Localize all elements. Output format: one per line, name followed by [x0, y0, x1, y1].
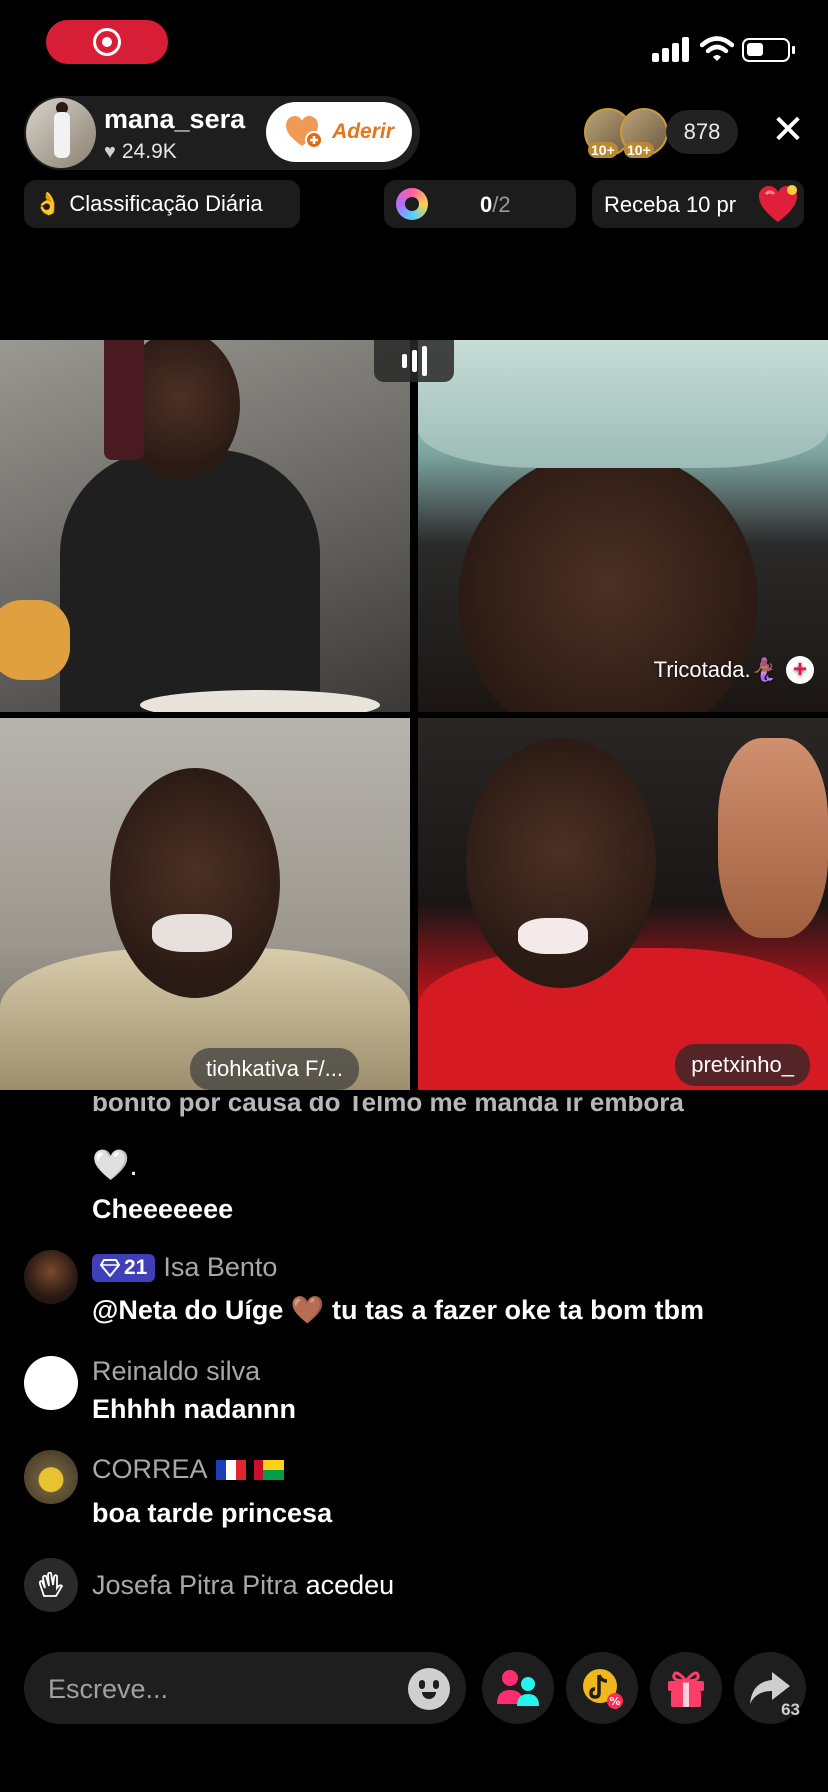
- heart-plus-icon: [286, 116, 324, 149]
- reward-pill[interactable]: Receba 10 pr: [592, 180, 804, 228]
- chat-join-line: Josefa Pitra Pitra acedeu: [92, 1570, 394, 1601]
- guest-video-pretxinho[interactable]: pretxinho_: [418, 718, 828, 1090]
- level-badge: 21: [92, 1253, 156, 1282]
- viewer-count[interactable]: 878: [666, 110, 738, 154]
- france-flag-icon: [215, 1459, 246, 1480]
- layout-toggle-button[interactable]: [374, 340, 454, 382]
- daily-ranking-label: Classificação Diária: [69, 191, 263, 216]
- join-action: acedeu: [305, 1570, 395, 1600]
- viewer-rank-badge: 10+: [624, 142, 654, 158]
- donut-icon: [396, 188, 428, 220]
- chat-user-avatar[interactable]: [24, 1250, 78, 1304]
- host-likes-count: 24.9K: [121, 140, 177, 163]
- host-likes: ♥ 24.9K: [104, 140, 177, 164]
- record-icon: [93, 28, 121, 56]
- svg-text:%: %: [609, 1695, 620, 1708]
- status-bar: [0, 0, 828, 90]
- guest-name: Tricotada.🧜🏾‍♀️: [653, 657, 778, 682]
- share-button[interactable]: 63: [734, 1652, 806, 1724]
- chat-feed[interactable]: bonito por causa do Telmo me manda ir em…: [0, 1096, 828, 1616]
- guinea-bissau-flag-icon: [253, 1459, 284, 1480]
- guest-name-tag[interactable]: tiohkativa F/...: [190, 1048, 359, 1090]
- tiktok-shop-button[interactable]: %: [566, 1652, 638, 1724]
- close-icon[interactable]: ✕: [770, 110, 806, 150]
- guest-name-tag[interactable]: pretxinho_: [675, 1044, 810, 1086]
- comment-input[interactable]: Escreve...: [24, 1652, 466, 1724]
- gift-button[interactable]: [650, 1652, 722, 1724]
- follow-button[interactable]: Aderir: [266, 102, 412, 162]
- heart-icon: ♥: [104, 140, 116, 163]
- chat-user-line[interactable]: 21 Isa Bento: [92, 1252, 277, 1283]
- chat-message-text: boa tarde princesa: [92, 1498, 333, 1528]
- host-avatar[interactable]: [26, 98, 96, 168]
- chat-username: Josefa Pitra Pitra: [92, 1570, 298, 1600]
- add-guest-icon[interactable]: +: [786, 656, 814, 684]
- guest-video-tiohkativa[interactable]: tiohkativa F/...: [0, 718, 410, 1090]
- share-count: 63: [781, 1700, 800, 1719]
- chat-user-line[interactable]: CORREA: [92, 1454, 284, 1485]
- tiktok-coupon-icon: %: [583, 1669, 623, 1709]
- chat-username[interactable]: Reinaldo silva: [92, 1356, 260, 1387]
- top-viewers[interactable]: 10+ 10+: [584, 108, 674, 158]
- hand-icon: 👌: [34, 191, 62, 216]
- wave-hand-icon: [24, 1558, 78, 1612]
- gift-goal-pill[interactable]: 0/2: [384, 180, 576, 228]
- chat-heart-line: 🤍.: [92, 1149, 138, 1182]
- viewer-rank-badge: 10+: [588, 142, 618, 158]
- reward-label: Receba 10 pr: [604, 192, 737, 217]
- wifi-icon: [700, 36, 734, 61]
- gift-goal-progress: 0/2: [480, 192, 511, 218]
- daily-ranking-pill[interactable]: 👌 Classificação Diária: [24, 180, 300, 228]
- chat-user-avatar[interactable]: [24, 1450, 78, 1504]
- guest-video-tricotada[interactable]: Tricotada.🧜🏾‍♀️ +: [418, 340, 828, 712]
- chat-message-partial: bonito por causa do Telmo me manda ir em…: [92, 1096, 684, 1117]
- host-info[interactable]: mana_sera ♥ 24.9K Aderir: [24, 96, 420, 170]
- level-number: 21: [124, 1255, 148, 1279]
- host-name: mana_sera: [104, 104, 246, 134]
- diamond-icon: [100, 1258, 120, 1277]
- screen-record-indicator[interactable]: [46, 20, 168, 64]
- guest-name-tag[interactable]: Tricotada.🧜🏾‍♀️ +: [654, 656, 814, 684]
- chat-user-avatar[interactable]: [24, 1356, 78, 1410]
- multi-guest-icon: [497, 1670, 539, 1706]
- signal-icon: [652, 36, 692, 62]
- chat-message-text: Ehhhh nadannn: [92, 1394, 296, 1424]
- multi-guest-button[interactable]: [482, 1652, 554, 1724]
- battery-icon: [742, 38, 795, 62]
- heart-gift-icon: [759, 185, 797, 222]
- goal-total: /2: [492, 192, 511, 217]
- emoji-icon[interactable]: [408, 1668, 450, 1710]
- guest-video-host[interactable]: [0, 340, 410, 712]
- chat-message-text: Cheeeeeee: [92, 1194, 234, 1224]
- chat-username: CORREA: [92, 1454, 208, 1484]
- goal-current: 0: [480, 192, 493, 217]
- chat-username: Isa Bento: [163, 1252, 278, 1282]
- viewer-avatar[interactable]: 10+: [620, 108, 668, 158]
- comment-placeholder: Escreve...: [48, 1674, 169, 1704]
- multi-guest-video-grid: Tricotada.🧜🏾‍♀️ + tiohkativa F/... pretx…: [0, 340, 828, 1090]
- gift-icon: [668, 1671, 704, 1707]
- chat-message-text: @Neta do Uíge 🤎 tu tas a fazer oke ta bo…: [92, 1295, 705, 1325]
- follow-label: Aderir: [332, 120, 394, 143]
